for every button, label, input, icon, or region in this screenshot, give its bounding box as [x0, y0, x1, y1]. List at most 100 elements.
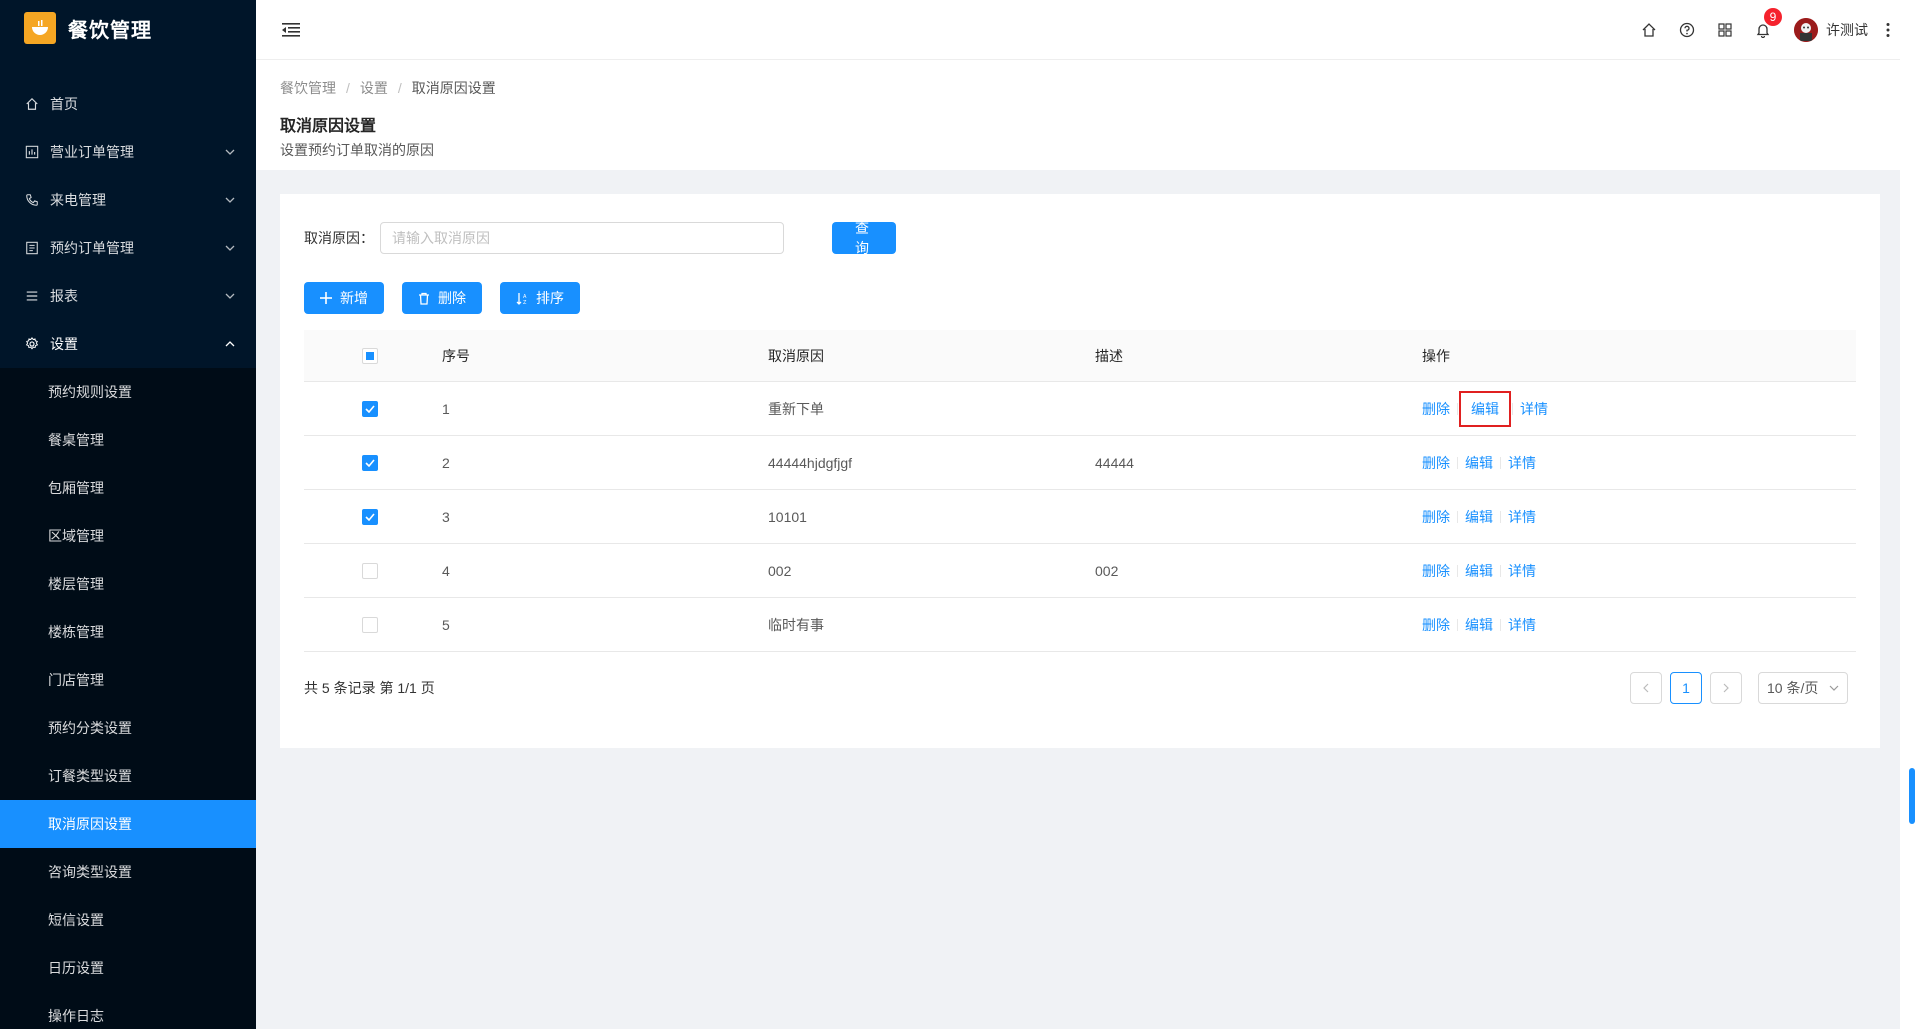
row-detail-link[interactable]: 详情: [1508, 615, 1536, 635]
row-delete-link[interactable]: 删除: [1422, 453, 1450, 473]
table-footer: 共 5 条记录 第 1/1 页 1 10 条/页: [304, 672, 1856, 704]
row-delete-link[interactable]: 删除: [1422, 507, 1450, 527]
submenu-item[interactable]: 预约规则设置: [0, 368, 256, 416]
row-detail-link[interactable]: 详情: [1508, 561, 1536, 581]
next-page-button[interactable]: [1710, 672, 1742, 704]
table-row: 1 重新下单 删除 编辑 详情: [304, 382, 1856, 436]
column-header-no: 序号: [442, 347, 470, 364]
top-header: 9 许测试: [256, 0, 1920, 60]
sidebar-item[interactable]: 报表: [0, 272, 256, 320]
phone-icon: [24, 192, 40, 208]
breadcrumb-item[interactable]: 设置: [360, 78, 388, 98]
page-number-button[interactable]: 1: [1670, 672, 1702, 704]
vertical-scrollbar[interactable]: [1900, 0, 1920, 1029]
submenu-item[interactable]: 楼层管理: [0, 560, 256, 608]
total-records-text: 共 5 条记录 第 1/1 页: [304, 680, 435, 696]
add-button[interactable]: 新增: [304, 282, 384, 314]
column-header-reason: 取消原因: [768, 347, 824, 364]
divider: [1500, 456, 1501, 469]
breadcrumb: 餐饮管理 / 设置 / 取消原因设置: [280, 78, 1876, 98]
divider: [1500, 618, 1501, 631]
bell-icon[interactable]: 9: [1744, 0, 1782, 60]
home-icon[interactable]: [1630, 0, 1668, 60]
search-label: 取消原因：: [304, 230, 374, 246]
breadcrumb-separator: /: [346, 80, 350, 96]
menu-fold-icon[interactable]: [280, 19, 302, 41]
notification-badge: 9: [1764, 7, 1782, 26]
sort-button[interactable]: AZ 排序: [500, 282, 580, 314]
row-checkbox[interactable]: [362, 400, 378, 417]
row-edit-link[interactable]: 编辑: [1459, 390, 1511, 427]
submenu-item[interactable]: 包厢管理: [0, 464, 256, 512]
page-title: 取消原因设置: [280, 118, 377, 135]
cell-actions: 删除 编辑 详情: [1416, 561, 1856, 581]
row-delete-link[interactable]: 删除: [1422, 399, 1450, 419]
row-delete-link[interactable]: 删除: [1422, 561, 1450, 581]
sidebar-item[interactable]: 首页: [0, 80, 256, 128]
row-edit-link[interactable]: 编辑: [1465, 507, 1493, 527]
cell-no: 3: [442, 508, 450, 525]
batch-delete-button[interactable]: 删除: [402, 282, 482, 314]
sidebar-item[interactable]: 预约订单管理: [0, 224, 256, 272]
cell-no: 4: [442, 562, 450, 579]
submenu-item[interactable]: 订餐类型设置: [0, 752, 256, 800]
sidebar-item[interactable]: 营业订单管理: [0, 128, 256, 176]
divider: [1457, 456, 1458, 469]
sidebar-item[interactable]: 设置: [0, 320, 256, 368]
submenu-item[interactable]: 楼栋管理: [0, 608, 256, 656]
cell-no: 5: [442, 616, 450, 633]
pagination: 1 10 条/页: [1622, 672, 1848, 704]
side-menu: 首页 营业订单管理 来电管理 预约订单管理报表设置 预约规则设置 餐桌管理 包厢管理 区域管理…: [0, 80, 256, 1029]
row-edit-link[interactable]: 编辑: [1465, 615, 1493, 635]
submenu-item[interactable]: 餐桌管理: [0, 416, 256, 464]
submenu-item[interactable]: 门店管理: [0, 656, 256, 704]
submenu-item[interactable]: 操作日志: [0, 992, 256, 1029]
app-title: 餐饮管理: [68, 19, 152, 42]
row-detail-link[interactable]: 详情: [1508, 453, 1536, 473]
cancel-reason-search-input[interactable]: [380, 222, 784, 254]
submenu-item[interactable]: 短信设置: [0, 896, 256, 944]
divider: [1457, 564, 1458, 577]
row-checkbox[interactable]: [362, 616, 378, 633]
chevron-up-icon: [224, 338, 236, 350]
prev-page-button[interactable]: [1630, 672, 1662, 704]
page-size-select[interactable]: 10 条/页: [1758, 672, 1848, 704]
cell-no: 1: [442, 400, 450, 417]
row-edit-link[interactable]: 编辑: [1465, 561, 1493, 581]
sidebar-item[interactable]: 来电管理: [0, 176, 256, 224]
cell-actions: 删除 编辑 详情: [1416, 615, 1856, 635]
chevron-left-icon: [1643, 683, 1649, 693]
content-card: 取消原因： 查询 新增 删除 AZ 排序 序号: [280, 194, 1880, 748]
chart-icon: [24, 144, 40, 160]
row-checkbox[interactable]: [362, 508, 378, 525]
table-row: 4 002 002 删除 编辑 详情: [304, 544, 1856, 598]
row-checkbox[interactable]: [362, 454, 378, 471]
submenu-item[interactable]: 区域管理: [0, 512, 256, 560]
add-button-label: 新增: [340, 290, 368, 306]
more-vertical-icon[interactable]: [1878, 0, 1898, 60]
user-menu[interactable]: 许测试: [1794, 17, 1868, 42]
page-description: 设置预约订单取消的原因: [280, 142, 434, 158]
query-button[interactable]: 查询: [832, 220, 896, 256]
row-detail-link[interactable]: 详情: [1508, 507, 1536, 527]
select-all-checkbox[interactable]: [362, 347, 378, 364]
sidebar-item-label: 报表: [50, 288, 78, 304]
row-edit-link[interactable]: 编辑: [1465, 453, 1493, 473]
breadcrumb-separator: /: [397, 80, 402, 96]
scrollbar-thumb[interactable]: [1909, 768, 1915, 824]
breadcrumb-item[interactable]: 餐饮管理: [280, 78, 336, 98]
submenu-item[interactable]: 取消原因设置: [0, 800, 256, 848]
row-delete-link[interactable]: 删除: [1422, 615, 1450, 635]
submenu-item[interactable]: 预约分类设置: [0, 704, 256, 752]
user-name: 许测试: [1826, 21, 1868, 38]
submenu-item[interactable]: 日历设置: [0, 944, 256, 992]
logo[interactable]: 餐饮管理: [0, 0, 256, 56]
row-checkbox[interactable]: [362, 562, 378, 579]
toolbar: 新增 删除 AZ 排序: [304, 282, 1856, 314]
row-detail-link[interactable]: 详情: [1520, 399, 1548, 419]
menu-icon: [24, 288, 40, 304]
chevron-down-icon: [224, 290, 236, 302]
submenu-item[interactable]: 咨询类型设置: [0, 848, 256, 896]
apps-icon[interactable]: [1706, 0, 1744, 60]
help-icon[interactable]: [1668, 0, 1706, 60]
